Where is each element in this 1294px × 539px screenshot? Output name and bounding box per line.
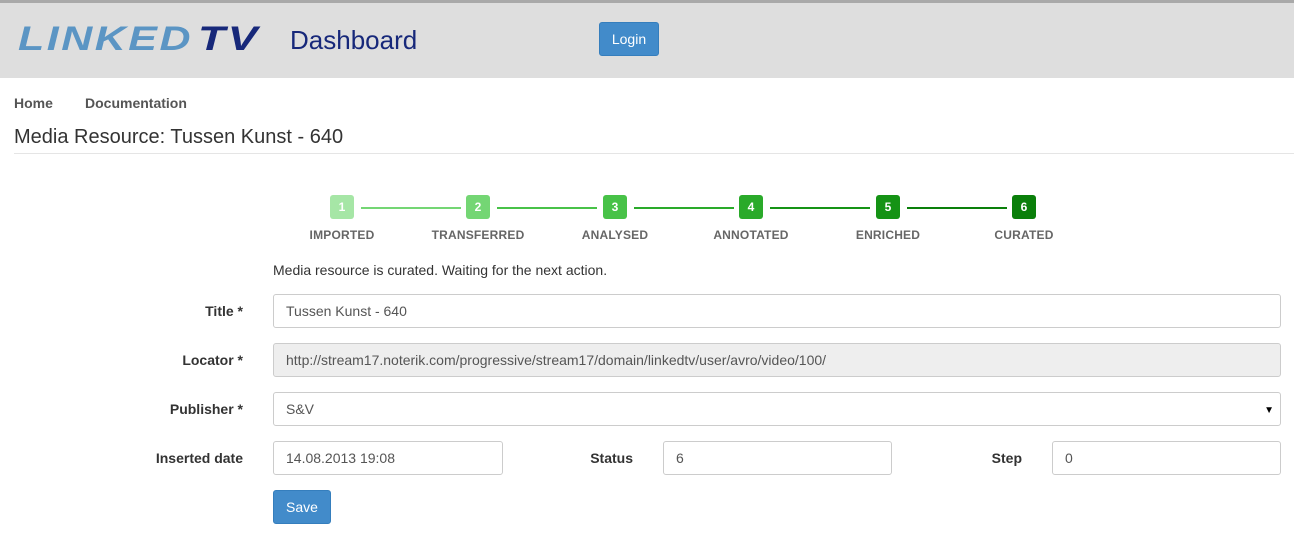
step-badge-transferred: 2 bbox=[466, 195, 490, 219]
dashboard-title: Dashboard bbox=[290, 25, 418, 55]
step-connector bbox=[907, 207, 1007, 209]
step-connector bbox=[770, 207, 870, 209]
linkedtv-logo: LINKED TV bbox=[18, 22, 262, 54]
step-connector bbox=[497, 207, 597, 209]
inserted-date-input[interactable]: 14.08.2013 19:08 bbox=[273, 441, 503, 475]
step-label-transferred: TRANSFERRED bbox=[431, 228, 525, 242]
svg-text:LINKED: LINKED bbox=[18, 22, 193, 54]
save-button[interactable]: Save bbox=[273, 490, 331, 524]
login-button[interactable]: Login bbox=[599, 22, 659, 56]
step-badge-analysed: 3 bbox=[603, 195, 627, 219]
status-input-value: 6 bbox=[676, 450, 684, 466]
step-connector bbox=[361, 207, 461, 209]
title-label: Title * bbox=[205, 303, 243, 319]
workflow-stepper: 1 2 3 4 5 6 IMPORTED TRANSFERRED ANALYSE… bbox=[0, 195, 1294, 245]
status-input[interactable]: 6 bbox=[663, 441, 892, 475]
publisher-label: Publisher * bbox=[169, 401, 243, 417]
step-label-enriched: ENRICHED bbox=[855, 228, 921, 242]
step-label-analysed: ANALYSED bbox=[581, 228, 649, 242]
inserted-date-label: Inserted date bbox=[155, 450, 243, 466]
step-label-curated: CURATED bbox=[994, 228, 1054, 242]
step-field-label: Step bbox=[991, 450, 1022, 466]
step-badge-imported: 1 bbox=[330, 195, 354, 219]
header-bar: LINKED TV Dashboard Login bbox=[0, 0, 1294, 78]
page-title: Media Resource: Tussen Kunst - 640 bbox=[14, 126, 344, 148]
publisher-select-value: S&V bbox=[286, 401, 315, 417]
dropdown-arrow-icon: ▼ bbox=[1264, 405, 1274, 416]
locator-input[interactable]: http://stream17.noterik.com/progressive/… bbox=[273, 343, 1281, 377]
inserted-date-value: 14.08.2013 19:08 bbox=[286, 450, 395, 466]
status-label: Status bbox=[590, 450, 633, 466]
step-badge-enriched: 5 bbox=[876, 195, 900, 219]
svg-text:TV: TV bbox=[198, 22, 262, 54]
locator-input-value: http://stream17.noterik.com/progressive/… bbox=[286, 352, 827, 368]
locator-label: Locator * bbox=[182, 352, 243, 368]
publisher-select[interactable]: S&V ▼ bbox=[273, 392, 1281, 426]
nav-documentation-link[interactable]: Documentation bbox=[85, 95, 187, 111]
status-message: Media resource is curated. Waiting for t… bbox=[273, 262, 608, 278]
title-input-value: Tussen Kunst - 640 bbox=[286, 303, 407, 319]
step-label-annotated: ANNOTATED bbox=[713, 228, 789, 242]
title-input[interactable]: Tussen Kunst - 640 bbox=[273, 294, 1281, 328]
step-badge-curated: 6 bbox=[1012, 195, 1036, 219]
title-divider bbox=[14, 153, 1294, 154]
nav-home-link[interactable]: Home bbox=[14, 95, 53, 111]
step-input[interactable]: 0 bbox=[1052, 441, 1281, 475]
step-connector bbox=[634, 207, 734, 209]
step-input-value: 0 bbox=[1065, 450, 1073, 466]
step-label-imported: IMPORTED bbox=[309, 228, 375, 242]
step-badge-annotated: 4 bbox=[739, 195, 763, 219]
